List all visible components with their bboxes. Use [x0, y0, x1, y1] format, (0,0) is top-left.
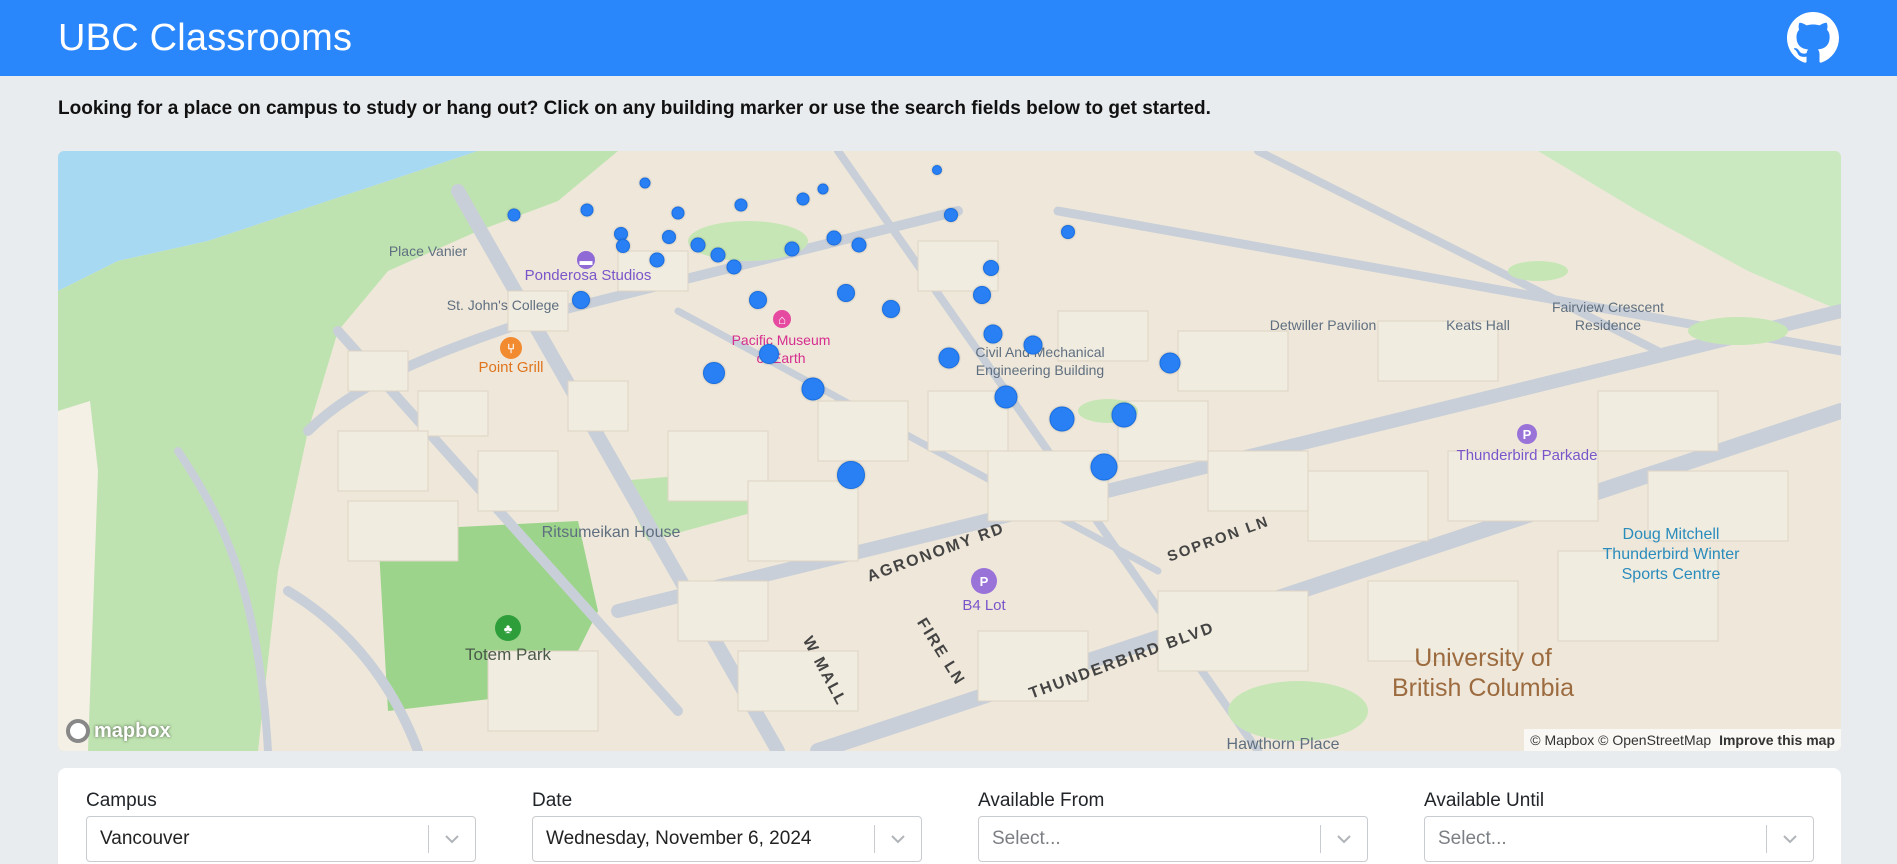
label-place-vanier: Place Vanier — [388, 243, 468, 259]
mapbox-logo-text: mapbox — [94, 719, 171, 742]
date-select[interactable]: Wednesday, November 6, 2024 — [532, 816, 922, 862]
building-marker[interactable] — [796, 192, 810, 206]
building-marker[interactable] — [572, 291, 590, 309]
attribution-text[interactable]: © Mapbox © OpenStreetMap — [1530, 732, 1711, 748]
label-hawthorn: Hawthorn Place — [1226, 736, 1340, 751]
map-attribution: © Mapbox © OpenStreetMap Improve this ma… — [1524, 729, 1841, 751]
label-keats: Keats Hall — [1446, 317, 1510, 333]
label-fairview: Fairview Crescent Residence — [1551, 299, 1665, 333]
available-from-select[interactable]: Select... — [978, 816, 1368, 862]
label-ponderosa: Ponderosa Studios — [524, 267, 652, 284]
building-marker[interactable] — [817, 183, 829, 195]
available-until-label: Available Until — [1424, 790, 1545, 811]
building-marker[interactable] — [932, 165, 942, 175]
date-label: Date — [532, 790, 573, 811]
chevron-down-icon[interactable] — [875, 834, 921, 844]
available-from-label: Available From — [978, 790, 1105, 811]
available-from-field: Available From Select... — [978, 790, 1368, 862]
app-title[interactable]: UBC Classrooms — [58, 17, 352, 60]
building-marker[interactable] — [639, 177, 651, 189]
date-field: Date Wednesday, November 6, 2024 — [532, 790, 922, 862]
building-marker[interactable] — [938, 347, 960, 369]
building-marker[interactable] — [784, 241, 800, 257]
label-pacific-museum: Pacific Museum of Earth — [731, 332, 831, 366]
label-st-johns: St. John's College — [446, 297, 560, 313]
building-marker[interactable] — [983, 260, 999, 276]
building-marker[interactable] — [1061, 225, 1075, 239]
building-marker[interactable] — [616, 239, 630, 253]
building-marker[interactable] — [507, 208, 521, 222]
building-marker[interactable] — [944, 208, 958, 222]
available-from-placeholder: Select... — [992, 828, 1061, 849]
building-marker[interactable] — [662, 230, 676, 244]
search-form: Campus Vancouver Date Wednesday, Novembe… — [58, 768, 1841, 864]
building-marker[interactable] — [983, 324, 1003, 344]
label-thunderbird-parkade: Thunderbird Parkade — [1456, 447, 1598, 464]
campus-label: Campus — [86, 790, 157, 811]
label-point-grill: Point Grill — [478, 359, 544, 376]
building-marker[interactable] — [649, 252, 665, 268]
building-marker[interactable] — [994, 385, 1018, 409]
date-value: Wednesday, November 6, 2024 — [546, 828, 812, 849]
github-icon[interactable] — [1787, 12, 1839, 64]
label-b4-lot: B4 Lot — [962, 597, 1006, 614]
building-marker[interactable] — [759, 344, 779, 364]
restaurant-icon: ⑂ — [500, 337, 522, 359]
chevron-down-icon[interactable] — [1321, 834, 1367, 844]
available-until-select[interactable]: Select... — [1424, 816, 1814, 862]
building-marker[interactable] — [710, 247, 726, 263]
label-doug-mitchell: Doug Mitchell Thunderbird Winter Sports … — [1602, 526, 1740, 583]
building-marker[interactable] — [851, 237, 867, 253]
building-marker[interactable] — [801, 377, 825, 401]
campus-select[interactable]: Vancouver — [86, 816, 476, 862]
building-marker[interactable] — [1023, 335, 1043, 355]
available-until-field: Available Until Select... — [1424, 790, 1814, 862]
campus-map[interactable]: Place Vanier ▬ Ponderosa Studios St. Joh… — [58, 151, 1841, 751]
improve-map-link[interactable]: Improve this map — [1719, 732, 1835, 748]
building-marker[interactable] — [1090, 453, 1118, 481]
intro-text: Looking for a place on campus to study o… — [58, 98, 1211, 119]
building-marker[interactable] — [882, 300, 900, 318]
building-marker[interactable] — [1159, 352, 1181, 374]
label-ritsumeikan: Ritsumeikan House — [541, 524, 681, 541]
parking-icon: P — [1517, 424, 1537, 444]
building-marker[interactable] — [1111, 402, 1137, 428]
mapbox-logo[interactable]: mapbox — [66, 719, 171, 743]
chevron-down-icon[interactable] — [429, 834, 475, 844]
chevron-down-icon[interactable] — [1767, 834, 1813, 844]
label-totem-park: Totem Park — [465, 645, 551, 664]
building-marker[interactable] — [726, 259, 742, 275]
parking-icon: P — [971, 568, 997, 594]
museum-icon: ⌂ — [773, 310, 791, 328]
building-marker[interactable] — [749, 291, 767, 309]
campus-field: Campus Vancouver — [86, 790, 476, 862]
building-marker[interactable] — [671, 206, 685, 220]
available-until-placeholder: Select... — [1438, 828, 1507, 849]
building-marker[interactable] — [826, 230, 842, 246]
building-marker[interactable] — [973, 286, 991, 304]
building-marker[interactable] — [1049, 406, 1075, 432]
building-marker[interactable] — [837, 461, 865, 489]
label-detwiller: Detwiller Pavilion — [1269, 317, 1377, 333]
building-marker[interactable] — [690, 237, 706, 253]
building-marker[interactable] — [837, 284, 855, 302]
campus-value: Vancouver — [100, 828, 190, 849]
mapbox-logo-icon — [66, 719, 90, 743]
top-navbar: UBC Classrooms — [0, 0, 1897, 76]
label-ubc: University of British Columbia — [1391, 644, 1575, 702]
building-marker[interactable] — [734, 198, 748, 212]
park-icon: ♣ — [495, 615, 521, 641]
building-marker[interactable] — [580, 203, 594, 217]
building-marker[interactable] — [703, 362, 725, 384]
